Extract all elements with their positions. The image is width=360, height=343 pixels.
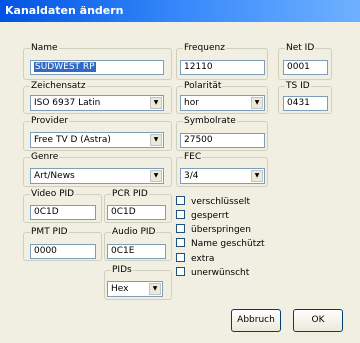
- pcr-pid-label: PCR PID: [112, 189, 148, 199]
- zeichensatz-label: Zeichensatz: [31, 81, 86, 91]
- symbolrate-input[interactable]: 27500: [180, 133, 265, 148]
- chevron-down-icon[interactable]: ▼: [150, 170, 162, 182]
- checkbox-unerwuenscht[interactable]: unerwünscht: [176, 267, 249, 278]
- checkbox-label: unerwünscht: [191, 268, 250, 278]
- cancel-button[interactable]: Abbruch: [231, 309, 281, 332]
- fec-label: FEC: [184, 152, 202, 162]
- provider-value: Free TV D (Astra): [34, 135, 111, 145]
- checkbox-ueberspringen[interactable]: überspringen: [176, 224, 251, 235]
- checkbox-label: Name geschützt: [191, 239, 265, 249]
- pmt-pid-label: PMT PID: [31, 227, 68, 237]
- video-pid-label: Video PID: [31, 189, 75, 199]
- chevron-down-icon[interactable]: ▼: [149, 283, 161, 295]
- checkbox-verschluesselt[interactable]: verschlüsselt: [176, 196, 250, 207]
- checkbox-label: extra: [191, 254, 215, 264]
- ok-button[interactable]: OK: [293, 309, 343, 332]
- fec-select[interactable]: 3/4 ▼: [180, 168, 265, 184]
- checkbox-box[interactable]: [176, 196, 185, 205]
- name-value: SÜDWEST RP: [34, 62, 96, 72]
- checkbox-gesperrt[interactable]: gesperrt: [176, 210, 229, 221]
- chevron-down-icon[interactable]: ▼: [251, 97, 263, 109]
- pids-select[interactable]: Hex ▼: [107, 281, 163, 297]
- checkbox-name-geschuetzt[interactable]: Name geschützt: [176, 238, 265, 249]
- video-pid-input[interactable]: 0C1D: [30, 205, 96, 220]
- frequenz-label: Frequenz: [184, 43, 225, 53]
- genre-label: Genre: [31, 152, 59, 162]
- pids-label: PIDs: [112, 265, 132, 275]
- name-label: Name: [31, 43, 58, 53]
- net-id-label: Net ID: [286, 43, 315, 53]
- provider-label: Provider: [31, 116, 69, 126]
- checkbox-box[interactable]: [176, 267, 185, 276]
- polaritaet-value: hor: [184, 98, 199, 108]
- channel-edit-dialog: Kanaldaten ändern Name SÜDWEST RP Freque…: [0, 0, 360, 343]
- chevron-down-icon[interactable]: ▼: [150, 97, 162, 109]
- frequenz-input[interactable]: 12110: [180, 60, 265, 75]
- checkbox-label: überspringen: [191, 225, 251, 235]
- checkbox-label: verschlüsselt: [191, 197, 251, 207]
- audio-pid-label: Audio PID: [112, 227, 156, 237]
- net-id-input[interactable]: 0001: [283, 60, 328, 75]
- chevron-down-icon[interactable]: ▼: [251, 170, 263, 182]
- checkbox-box[interactable]: [176, 238, 185, 247]
- pmt-pid-input[interactable]: 0000: [30, 244, 96, 259]
- pcr-pid-input[interactable]: 0C1D: [107, 205, 166, 220]
- name-input[interactable]: SÜDWEST RP: [30, 60, 164, 75]
- genre-select[interactable]: Art/News ▼: [30, 168, 164, 184]
- fec-value: 3/4: [184, 171, 199, 181]
- provider-select[interactable]: Free TV D (Astra) ▼: [30, 132, 164, 148]
- symbolrate-label: Symbolrate: [184, 116, 236, 126]
- zeichensatz-select[interactable]: ISO 6937 Latin ▼: [30, 95, 164, 111]
- polaritaet-label: Polarität: [184, 81, 222, 91]
- ts-id-label: TS ID: [286, 81, 310, 91]
- window-title: Kanaldaten ändern: [0, 0, 360, 22]
- chevron-down-icon[interactable]: ▼: [150, 134, 162, 146]
- checkbox-label: gesperrt: [191, 211, 229, 221]
- zeichensatz-value: ISO 6937 Latin: [34, 98, 101, 108]
- checkbox-extra[interactable]: extra: [176, 253, 214, 264]
- genre-value: Art/News: [34, 171, 75, 181]
- ts-id-input[interactable]: 0431: [283, 96, 328, 111]
- checkbox-box[interactable]: [176, 224, 185, 233]
- pids-value: Hex: [111, 284, 129, 294]
- checkbox-box[interactable]: [176, 253, 185, 262]
- checkbox-box[interactable]: [176, 210, 185, 219]
- audio-pid-input[interactable]: 0C1E: [107, 244, 166, 259]
- polaritaet-select[interactable]: hor ▼: [180, 95, 265, 111]
